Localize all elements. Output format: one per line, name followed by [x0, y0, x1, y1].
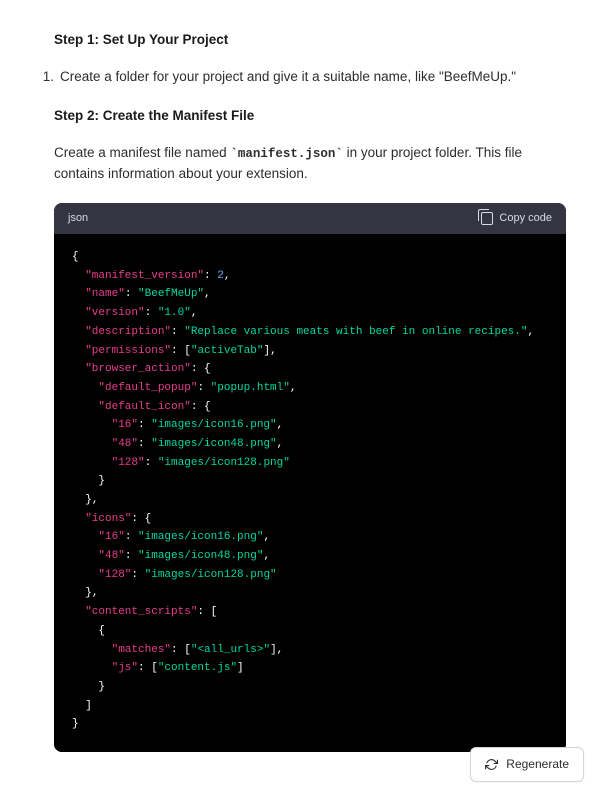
regenerate-button[interactable]: Regenerate: [470, 747, 584, 782]
copy-code-label: Copy code: [499, 210, 552, 227]
list-number: 1.: [32, 67, 54, 88]
step2-title: Step 2: Create the Manifest File: [54, 106, 566, 127]
inline-code-manifest: `manifest.json`: [230, 147, 343, 161]
code-header: json Copy code: [54, 203, 566, 234]
refresh-icon: [485, 758, 498, 771]
list-text: Create a folder for your project and giv…: [60, 67, 516, 88]
copy-code-button[interactable]: Copy code: [481, 210, 552, 227]
step1-title: Step 1: Set Up Your Project: [54, 30, 566, 51]
step2-paragraph: Create a manifest file named `manifest.j…: [54, 143, 554, 185]
clipboard-icon: [481, 212, 493, 225]
code-lang-label: json: [68, 210, 88, 227]
para-pre: Create a manifest file named: [54, 145, 230, 160]
code-block: json Copy code { "manifest_version": 2, …: [54, 203, 566, 752]
regenerate-label: Regenerate: [506, 755, 569, 774]
code-body[interactable]: { "manifest_version": 2, "name": "BeefMe…: [54, 234, 566, 752]
step1-list-item: 1. Create a folder for your project and …: [32, 67, 566, 88]
